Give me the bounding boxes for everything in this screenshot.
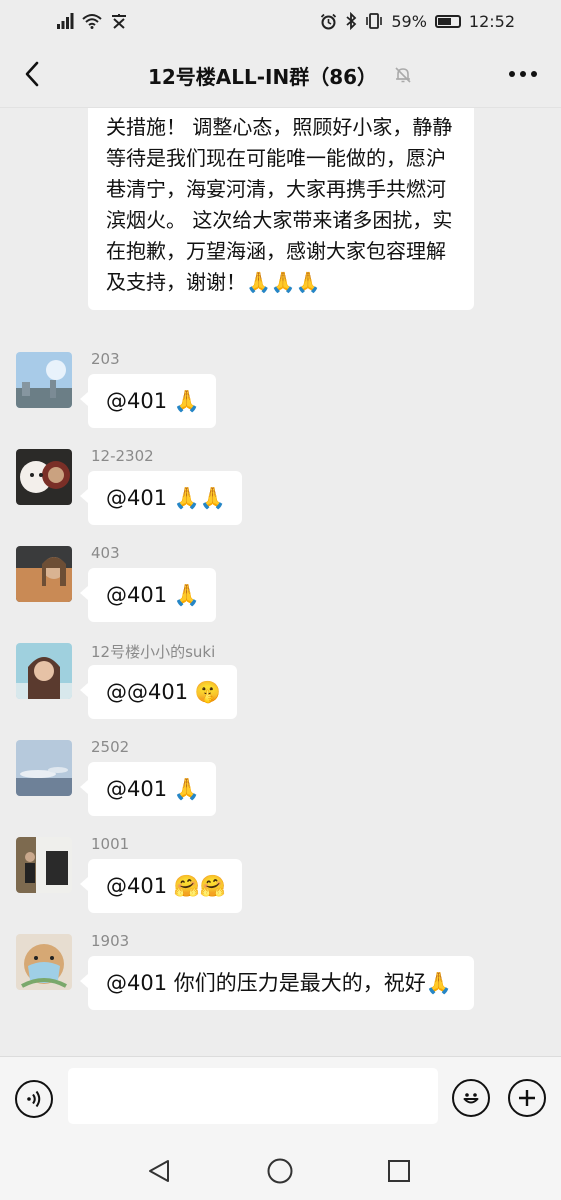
message-bubble[interactable]: @@401 🤫 <box>80 665 237 719</box>
message-bubble[interactable]: @401 🙏 <box>80 762 216 816</box>
avatar[interactable] <box>16 934 72 990</box>
sender-name: 2502 <box>91 738 130 756</box>
square-recent-icon <box>388 1160 410 1182</box>
battery-percent: 59% <box>391 11 427 31</box>
nav-recent-button[interactable] <box>382 1154 416 1188</box>
status-left <box>56 13 128 29</box>
message-bubble[interactable]: @401 你们的压力是最大的，祝好🙏 <box>80 956 474 1010</box>
sender-name: 12-2302 <box>91 447 154 465</box>
chat-title: 12号楼ALL-IN群（86） <box>147 64 378 89</box>
nfc-icon <box>112 14 126 29</box>
signal-icon <box>57 13 74 29</box>
smile-icon <box>463 1093 479 1104</box>
message-bubble[interactable]: @401 🙏🙏 <box>79 471 243 525</box>
message-bubble[interactable]: @401 🙏 <box>80 568 216 622</box>
message-text: @401 🙏 <box>106 583 200 607</box>
avatar[interactable] <box>16 546 72 602</box>
status-bar: 59% 12:52 <box>0 0 561 42</box>
chevron-left-icon <box>25 61 39 87</box>
back-button[interactable] <box>14 54 50 94</box>
input-bar <box>0 1056 561 1142</box>
message-bubble[interactable]: @401 🙏 <box>80 374 216 428</box>
message-text: @401 🙏🙏 <box>106 486 227 510</box>
message-text: @401 你们的压力是最大的，祝好🙏 <box>106 971 452 995</box>
circle-home-icon <box>267 1158 293 1184</box>
bell-muted-icon <box>393 65 413 85</box>
avatar[interactable] <box>16 740 72 796</box>
chat-title-wrap: 12号楼ALL-IN群（86） <box>0 42 561 108</box>
bluetooth-icon <box>346 12 357 30</box>
message-input[interactable] <box>68 1068 438 1124</box>
vibrate-icon <box>366 13 383 29</box>
message-text: @401 🙏 <box>106 389 200 413</box>
triangle-back-icon <box>149 1160 169 1182</box>
voice-button[interactable] <box>15 1080 53 1118</box>
battery-icon <box>434 14 461 28</box>
sender-name: 1903 <box>91 932 130 950</box>
emoji-button[interactable] <box>452 1079 490 1117</box>
avatar[interactable] <box>16 449 72 505</box>
message-text: 关措施！ 调整心态，照顾好小家，静静等待是我们现在可能唯一能做的，愿沪巷清宁，海… <box>106 115 453 294</box>
status-right: 59% 12:52 <box>320 12 515 31</box>
sender-name: 203 <box>91 350 120 368</box>
sender-name: 403 <box>91 544 120 562</box>
message-text: @401 🤗🤗 <box>106 874 227 898</box>
message-text: @401 🙏 <box>106 777 200 801</box>
more-button[interactable] <box>503 56 543 92</box>
avatar[interactable] <box>16 643 72 699</box>
add-button[interactable] <box>508 1079 546 1117</box>
nav-home-button[interactable] <box>263 1154 297 1188</box>
sender-name: 1001 <box>91 835 130 853</box>
nav-back-button[interactable] <box>142 1154 176 1188</box>
message-bubble[interactable]: @401 🤗🤗 <box>79 859 243 913</box>
voice-icon <box>27 1090 41 1108</box>
system-nav-bar <box>0 1142 561 1200</box>
chat-message-list[interactable]: 关措施！ 调整心态，照顾好小家，静静等待是我们现在可能唯一能做的，愿沪巷清宁，海… <box>0 108 561 1056</box>
message-bubble[interactable]: 关措施！ 调整心态，照顾好小家，静静等待是我们现在可能唯一能做的，愿沪巷清宁，海… <box>88 108 474 310</box>
avatar[interactable] <box>16 837 72 893</box>
alarm-icon <box>321 13 337 29</box>
sender-name: 12号楼小小的suki <box>91 643 216 661</box>
wifi-icon <box>82 14 102 29</box>
chat-header: 12号楼ALL-IN群（86） <box>0 42 561 108</box>
message-text: @@401 🤫 <box>106 680 221 704</box>
clock-time: 12:52 <box>468 11 515 31</box>
plus-icon <box>519 1090 535 1106</box>
avatar[interactable] <box>16 352 72 408</box>
more-dots-icon <box>509 71 537 77</box>
